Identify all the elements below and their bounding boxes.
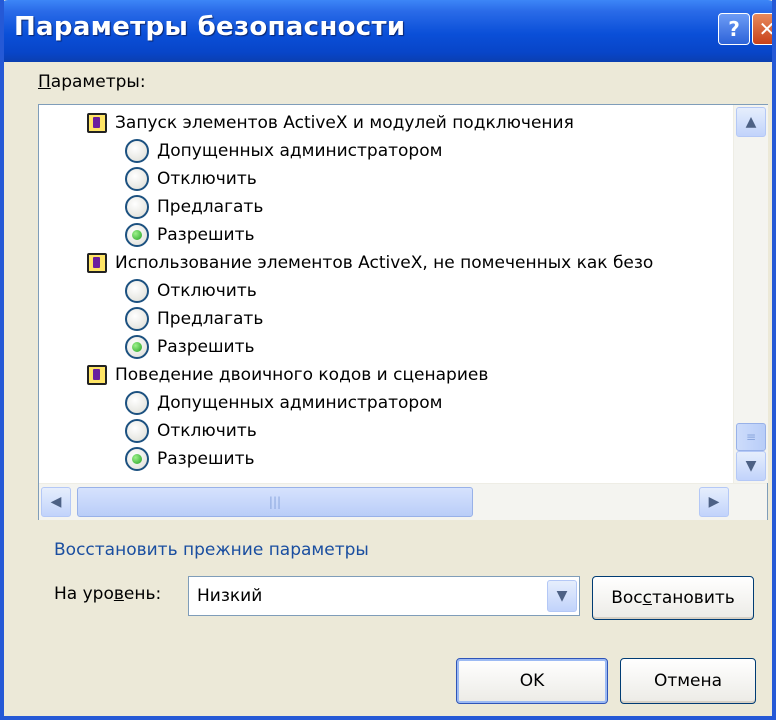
settings-category[interactable]: Использование элементов ActiveX, не поме… (87, 249, 653, 277)
radio-icon[interactable] (125, 391, 149, 415)
scroll-up-button[interactable]: ▲ (736, 107, 766, 137)
settings-option-label: Отключить (157, 281, 257, 301)
help-button[interactable]: ? (718, 13, 750, 45)
settings-category-icon (87, 253, 107, 273)
chevron-up-icon: ▲ (745, 114, 757, 130)
settings-option[interactable]: Предлагать (125, 193, 263, 221)
radio-checked-icon[interactable] (125, 223, 149, 247)
chevron-down-icon: ▼ (556, 588, 568, 604)
settings-category-label: Поведение двоичного кодов и сценариев (115, 365, 489, 385)
params-label-text: араметры: (50, 72, 146, 92)
level-dropdown-button[interactable]: ▼ (547, 580, 577, 612)
chevron-down-icon: ▼ (745, 458, 757, 474)
close-button[interactable]: ✕ (752, 13, 776, 45)
cancel-button[interactable]: Отмена (620, 658, 756, 704)
settings-option-label: Допущенных администратором (157, 393, 443, 413)
level-label-after: ень: (123, 584, 162, 604)
settings-category-label: Использование элементов ActiveX, не поме… (115, 253, 654, 273)
ok-button[interactable]: OK (456, 658, 608, 704)
params-label-accesskey: П (38, 72, 51, 92)
chevron-left-icon: ◀ (50, 494, 62, 510)
settings-option[interactable]: Разрешить (125, 445, 254, 473)
level-label: На уровень: (54, 584, 161, 604)
scroll-down-button[interactable]: ▼ (736, 451, 766, 481)
settings-tree: Запуск элементов ActiveX и модулей подкл… (38, 104, 768, 520)
settings-category-icon (87, 113, 107, 133)
vertical-scrollbar[interactable]: ▲ ≡ ▼ (733, 105, 768, 483)
settings-option[interactable]: Отключить (125, 277, 257, 305)
radio-icon[interactable] (125, 139, 149, 163)
restore-button[interactable]: Вос с тановить (592, 576, 754, 620)
settings-option[interactable]: Отключить (125, 417, 257, 445)
ok-label: OK (519, 671, 545, 691)
settings-option[interactable]: Разрешить (125, 333, 254, 361)
settings-category[interactable]: Поведение двоичного кодов и сценариев (87, 361, 488, 389)
settings-option[interactable]: Допущенных администратором (125, 389, 442, 417)
settings-category-icon (87, 365, 107, 385)
window-title: Параметры безопасности (14, 12, 406, 42)
restore-label-after: тановить (651, 588, 735, 608)
restore-label-accesskey: с (642, 588, 652, 608)
radio-icon[interactable] (125, 307, 149, 331)
title-bar[interactable]: Параметры безопасности ? ✕ (4, 0, 776, 62)
level-label-before: На уро (54, 584, 114, 604)
radio-icon[interactable] (125, 195, 149, 219)
chevron-right-icon: ▶ (708, 494, 720, 510)
settings-option[interactable]: Предлагать (125, 305, 263, 333)
settings-option-label: Отключить (157, 421, 257, 441)
radio-icon[interactable] (125, 419, 149, 443)
settings-option-label: Предлагать (157, 197, 264, 217)
settings-option-label: Разрешить (157, 449, 255, 469)
settings-category[interactable]: Запуск элементов ActiveX и модулей подкл… (87, 109, 574, 137)
settings-option-label: Разрешить (157, 337, 255, 357)
settings-option-label: Отключить (157, 169, 257, 189)
settings-category-label: Запуск элементов ActiveX и модулей подкл… (115, 113, 574, 133)
radio-icon[interactable] (125, 279, 149, 303)
horizontal-scroll-thumb[interactable]: ||| (77, 487, 473, 517)
radio-checked-icon[interactable] (125, 447, 149, 471)
help-icon: ? (728, 17, 740, 41)
grip-icon: ||| (268, 495, 282, 509)
params-label: Параметры: (38, 72, 146, 92)
level-select-value: Низкий (197, 586, 263, 606)
radio-checked-icon[interactable] (125, 335, 149, 359)
scroll-right-button[interactable]: ▶ (699, 487, 729, 517)
restore-label-before: Вос (611, 588, 643, 608)
radio-icon[interactable] (125, 167, 149, 191)
settings-option-label: Допущенных администратором (157, 141, 443, 161)
settings-option[interactable]: Отключить (125, 165, 257, 193)
settings-option-label: Разрешить (157, 225, 255, 245)
horizontal-scrollbar[interactable]: ◀ ||| ▶ (39, 483, 767, 520)
restore-group-title: Восстановить прежние параметры (54, 540, 369, 560)
level-select[interactable]: Низкий ▼ (188, 576, 580, 616)
settings-option[interactable]: Разрешить (125, 221, 254, 249)
level-label-accesskey: в (113, 584, 124, 604)
settings-option[interactable]: Допущенных администратором (125, 137, 442, 165)
grip-icon: ≡ (745, 430, 757, 444)
close-icon: ✕ (758, 17, 776, 41)
settings-tree-list: Запуск элементов ActiveX и модулей подкл… (39, 105, 733, 483)
vertical-scroll-thumb[interactable]: ≡ (736, 423, 766, 451)
security-settings-dialog: Параметры безопасности ? ✕ Параметры: За… (0, 0, 776, 720)
scroll-left-button[interactable]: ◀ (41, 487, 71, 517)
settings-option-label: Предлагать (157, 309, 264, 329)
cancel-label: Отмена (653, 671, 723, 691)
